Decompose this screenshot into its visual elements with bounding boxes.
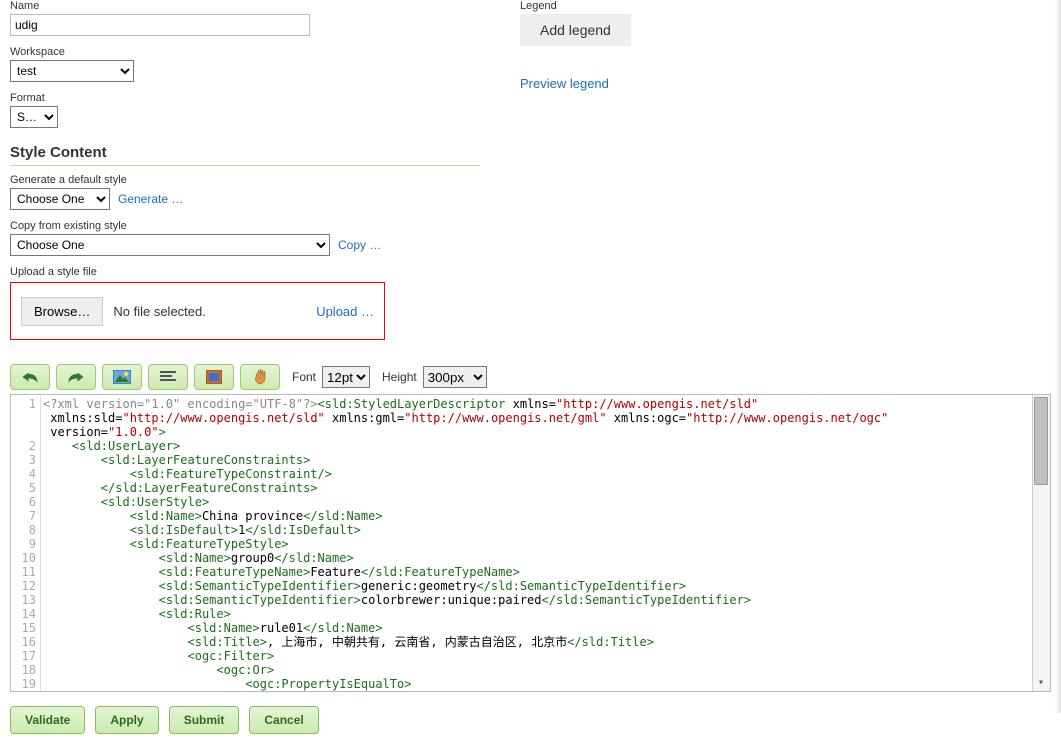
format-select[interactable]: S… (10, 106, 58, 128)
upload-link[interactable]: Upload … (316, 304, 374, 319)
height-label: Height (382, 370, 417, 384)
scroll-down-icon[interactable]: ▾ (1032, 675, 1050, 691)
hand-button[interactable] (240, 364, 280, 390)
redo-button[interactable] (56, 364, 96, 390)
reformat-button[interactable] (148, 364, 188, 390)
name-input[interactable] (10, 14, 310, 36)
right-edge-shadow (1055, 0, 1061, 713)
browse-button[interactable]: Browse… (21, 297, 103, 326)
scroll-thumb[interactable] (1034, 397, 1048, 485)
editor-code[interactable]: <?xml version="1.0" encoding="UTF-8"?><s… (41, 395, 1050, 691)
font-label: Font (292, 370, 316, 384)
editor-scrollbar[interactable]: ▾ (1032, 395, 1050, 691)
image-icon (113, 370, 131, 384)
preview-legend-link[interactable]: Preview legend (520, 76, 609, 91)
copy-link[interactable]: Copy … (338, 238, 381, 252)
undo-icon (21, 370, 39, 384)
copy-select[interactable]: Choose One (10, 234, 330, 256)
upload-label: Upload a style file (10, 266, 480, 278)
code-editor[interactable]: 1234567891011121314151617181920212223 <?… (10, 394, 1051, 692)
lines-icon (160, 370, 176, 384)
height-select[interactable]: 300px (423, 366, 487, 388)
add-legend-button[interactable]: Add legend (520, 14, 631, 46)
upload-box: Browse… No file selected. Upload … (10, 282, 385, 340)
apply-button[interactable]: Apply (95, 706, 158, 734)
submit-button[interactable]: Submit (169, 706, 240, 734)
name-label: Name (10, 0, 480, 12)
hand-icon (252, 369, 268, 385)
undo-button[interactable] (10, 364, 50, 390)
generate-label: Generate a default style (10, 174, 480, 186)
cancel-button[interactable]: Cancel (249, 706, 318, 734)
workspace-label: Workspace (10, 46, 480, 58)
validate-button[interactable]: Validate (10, 706, 85, 734)
style-content-heading: Style Content (10, 144, 480, 166)
format-label: Format (10, 92, 480, 104)
redo-icon (67, 370, 85, 384)
editor-gutter: 1234567891011121314151617181920212223 (11, 395, 41, 691)
copy-label: Copy from existing style (10, 220, 480, 232)
image-button[interactable] (102, 364, 142, 390)
no-file-text: No file selected. (113, 304, 306, 319)
font-select[interactable]: 12pt (322, 366, 370, 388)
color-icon (206, 370, 222, 384)
generate-link[interactable]: Generate … (118, 192, 183, 206)
color-button[interactable] (194, 364, 234, 390)
workspace-select[interactable]: test (10, 60, 134, 82)
generate-select[interactable]: Choose One (10, 188, 110, 210)
legend-label: Legend (520, 0, 1051, 12)
